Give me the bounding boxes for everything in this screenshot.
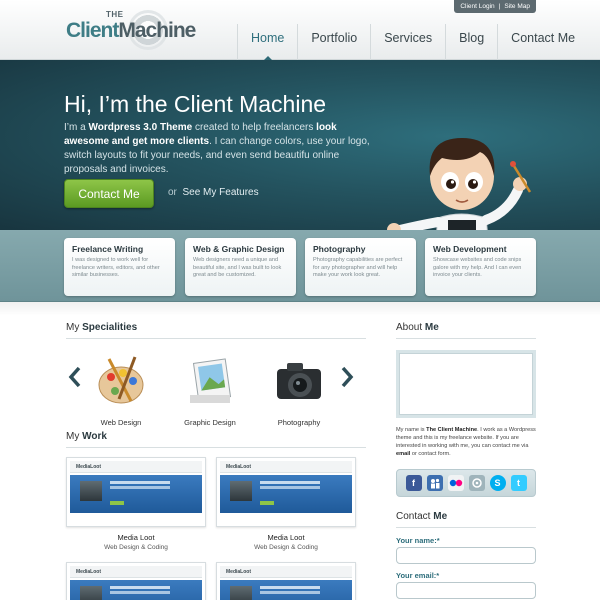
service-title: Photography [313, 244, 366, 254]
strip-shadow [0, 302, 600, 316]
site-map-link[interactable]: Site Map [504, 3, 530, 10]
nav-services[interactable]: Services [370, 24, 445, 60]
portfolio-screenshot: MediaLoot [70, 461, 202, 523]
specialities-heading: My Specialities [66, 322, 138, 333]
service-title: Web Development [433, 244, 507, 254]
client-login-link[interactable]: Client Login [460, 3, 494, 10]
nav-contact-me[interactable]: Contact Me [497, 24, 588, 60]
skype-icon[interactable]: S [489, 475, 506, 491]
myspace-icon[interactable] [426, 475, 443, 491]
services-strip: Freelance Writing I was designed to work… [0, 230, 600, 302]
service-text: Showcase websites and code snips galore … [433, 257, 522, 278]
service-title: Freelance Writing [72, 244, 144, 254]
site-logo[interactable]: THE ClientMachine [66, 10, 196, 50]
service-text: Web designers need a unique and beautifu… [193, 257, 282, 278]
palette-icon [98, 356, 144, 404]
portfolio-thumbnail[interactable]: MediaLoot [216, 562, 356, 600]
about-text: My name is The Client Machine. I work as… [396, 427, 536, 457]
divider [396, 338, 536, 339]
top-links-separator: | [498, 3, 501, 10]
nav-portfolio[interactable]: Portfolio [297, 24, 370, 60]
facebook-icon[interactable]: f [405, 475, 422, 491]
flickr-icon[interactable] [447, 475, 464, 491]
service-text: I was designed to work well for freelanc… [72, 257, 160, 278]
email-label: Your email:* [396, 571, 440, 580]
speciality-label: Web Design [100, 418, 142, 427]
camera-icon [277, 363, 321, 399]
portfolio-title[interactable]: Media Loot [66, 533, 206, 542]
nav-home[interactable]: Home [237, 24, 297, 61]
email-field[interactable] [396, 582, 536, 599]
portfolio-caption: Media Loot Web Design & Coding [66, 533, 206, 551]
hero-intro: I’m a Wordpress 3.0 Theme created to hel… [64, 122, 370, 175]
work-heading: My Work [66, 431, 107, 442]
service-card[interactable]: Freelance Writing I was designed to work… [64, 238, 175, 296]
picture-frame-icon [190, 358, 232, 403]
service-card[interactable]: Photography Photography capabilities are… [305, 238, 416, 296]
about-heading: About Me [396, 322, 439, 333]
portfolio-subtitle: Web Design & Coding [104, 544, 168, 551]
top-links: Client Login | Site Map [454, 0, 536, 13]
divider [66, 447, 366, 448]
divider [396, 527, 536, 528]
portfolio-subtitle: Web Design & Coding [254, 544, 318, 551]
nav-blog[interactable]: Blog [445, 24, 497, 60]
service-title: Web & Graphic Design [193, 244, 285, 254]
portfolio-thumbnail[interactable]: MediaLoot [66, 562, 206, 600]
main-nav: Home Portfolio Services Blog Contact Me [237, 24, 588, 61]
logo-the: THE [106, 10, 124, 19]
speciality-web-design[interactable]: Web Design [76, 355, 166, 427]
name-label: Your name:* [396, 536, 440, 545]
portfolio-thumbnail[interactable]: MediaLoot [66, 457, 206, 527]
social-links: f S t [396, 469, 536, 497]
or-text: or [168, 187, 177, 198]
hero-title: Hi, I’m the Client Machine [64, 91, 327, 117]
contact-me-button[interactable]: Contact Me [64, 179, 154, 208]
speciality-label: Photography [277, 418, 321, 427]
portfolio-screenshot: MediaLoot [70, 566, 202, 600]
speciality-graphic-design[interactable]: Graphic Design [165, 355, 255, 427]
service-card[interactable]: Web Development Showcase websites and co… [425, 238, 536, 296]
see-features-link[interactable]: See My Features [182, 187, 258, 198]
twitter-icon[interactable]: t [510, 475, 527, 491]
contact-heading: Contact Me [396, 511, 448, 522]
email-link[interactable]: email [396, 451, 410, 457]
speciality-label: Graphic Design [184, 418, 236, 427]
logo-wordmark: ClientMachine [66, 19, 196, 42]
divider [66, 338, 366, 339]
about-image-frame [396, 350, 536, 418]
features-prompt: or See My Features [168, 187, 259, 198]
portfolio-title[interactable]: Media Loot [216, 533, 356, 542]
name-field[interactable] [396, 547, 536, 564]
portfolio-screenshot: MediaLoot [220, 461, 352, 523]
site-header: Client Login | Site Map THE ClientMachin… [0, 0, 600, 61]
hero-banner: Hi, I’m the Client Machine I’m a Wordpre… [0, 60, 600, 289]
portfolio-caption: Media Loot Web Design & Coding [216, 533, 356, 551]
service-text: Photography capabilities are perfect for… [313, 257, 403, 278]
portfolio-thumbnail[interactable]: MediaLoot [216, 457, 356, 527]
speciality-photography[interactable]: Photography [254, 355, 344, 427]
lastfm-icon[interactable] [468, 475, 485, 491]
portfolio-screenshot: MediaLoot [220, 566, 352, 600]
service-card[interactable]: Web & Graphic Design Web designers need … [185, 238, 296, 296]
